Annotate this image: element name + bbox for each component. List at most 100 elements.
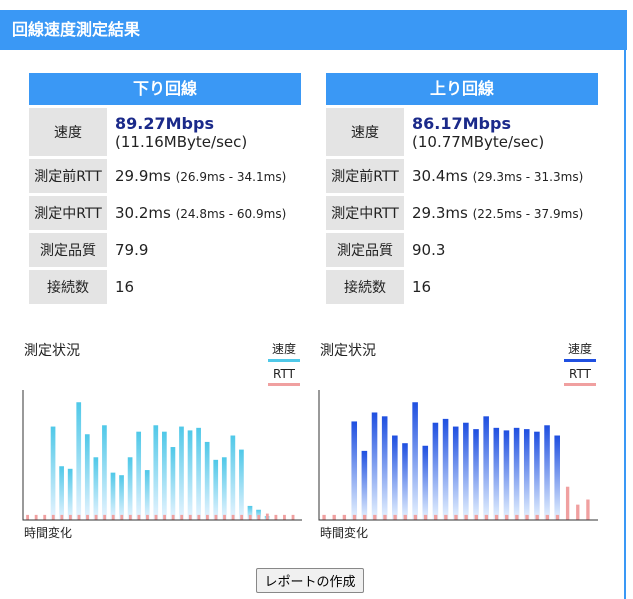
rtt-bar <box>171 514 175 520</box>
speed-bar <box>230 435 236 520</box>
speed-bar <box>503 430 510 520</box>
rtt-bar <box>26 514 30 520</box>
upload-connections: 16 <box>412 278 432 296</box>
rtt-bar <box>373 514 377 520</box>
upload-title: 上り回線 <box>326 73 598 105</box>
rtt-bar <box>120 514 124 520</box>
rtt-bar <box>484 514 489 520</box>
rtt-bar <box>154 514 158 520</box>
rtt-bar <box>535 514 539 520</box>
chart-title: 測定状況 <box>24 343 80 359</box>
speed-bar <box>554 435 560 520</box>
quality-label: 測定品質 <box>29 233 107 267</box>
rtt-bar <box>214 514 218 520</box>
rtt-bar <box>565 486 570 520</box>
rtt-bar <box>77 514 81 520</box>
rtt-bar <box>163 514 167 520</box>
upload-chart-plot <box>318 390 598 521</box>
rtt-bar <box>464 514 468 520</box>
speed-bar <box>513 427 520 520</box>
rtt-bar <box>180 514 184 520</box>
rtt-bar <box>352 514 357 520</box>
rtt-bar <box>586 499 590 520</box>
rtt-bar <box>60 514 64 520</box>
download-quality: 79.9 <box>115 241 149 259</box>
rtt-bar <box>362 514 367 520</box>
rtt-bar <box>413 514 418 520</box>
speed-bar <box>102 425 107 520</box>
speed-bar <box>239 449 244 520</box>
legend-speed: 速度 <box>268 340 300 362</box>
rtt-bar <box>494 514 499 520</box>
rtt-during-label: 測定中RTT <box>326 196 404 230</box>
upload-connections-row: 接続数 16 <box>326 270 598 304</box>
rtt-bar <box>525 514 529 520</box>
upload-speed-row: 速度 86.17Mbps (10.77MByte/sec) <box>326 108 598 156</box>
speed-bar <box>136 431 142 520</box>
upload-rtt-during-range: (22.5ms - 37.9ms) <box>472 207 584 221</box>
speed-bar <box>442 418 449 520</box>
quality-label: 測定品質 <box>326 233 404 267</box>
download-title: 下り回線 <box>29 73 301 105</box>
speed-bar <box>432 422 439 520</box>
rtt-bar <box>257 514 261 520</box>
rtt-bar <box>322 514 326 520</box>
download-rtt-during-range: (24.8ms - 60.9ms) <box>175 207 287 221</box>
legend-speed-label: 速度 <box>567 342 592 356</box>
speed-bar <box>93 457 99 520</box>
chart-title: 測定状況 <box>320 343 376 359</box>
rtt-bar <box>505 514 509 520</box>
rtt-bar <box>240 514 244 520</box>
upload-chart: 測定状況 速度 RTT 時間変化 <box>318 340 598 540</box>
rtt-bar <box>86 514 89 520</box>
download-speed-bytes: (11.16MByte/sec) <box>115 132 248 151</box>
speed-bar <box>170 447 176 520</box>
x-axis-label: 時間変化 <box>24 526 73 540</box>
legend-rtt-swatch <box>564 383 596 386</box>
speed-bar <box>371 412 378 520</box>
upload-panel: 上り回線 速度 86.17Mbps (10.77MByte/sec) 測定前RT… <box>326 73 598 304</box>
legend-rtt-label: RTT <box>569 367 591 381</box>
create-report-button[interactable]: レポートの作成 <box>256 568 364 593</box>
rtt-bar <box>474 514 478 520</box>
download-rtt-during-row: 測定中RTT 30.2ms (24.8ms - 60.9ms) <box>29 196 301 230</box>
download-speed-value: 89.27Mbps <box>115 113 214 133</box>
upload-rtt-before-range: (29.3ms - 31.3ms) <box>472 170 584 184</box>
speed-bar <box>473 429 479 520</box>
rtt-bar <box>51 514 55 520</box>
upload-rtt-before-row: 測定前RTT 30.4ms (29.3ms - 31.3ms) <box>326 159 598 193</box>
download-quality-row: 測定品質 79.9 <box>29 233 301 267</box>
rtt-bar <box>383 514 387 520</box>
rtt-bar <box>205 514 209 520</box>
rtt-bar <box>393 514 397 520</box>
speed-bar <box>59 466 64 520</box>
rtt-bar <box>43 514 47 520</box>
speed-bar <box>402 443 408 520</box>
upload-rtt-during: 29.3ms <box>412 204 468 222</box>
speed-bar <box>463 422 469 520</box>
speed-bar <box>422 445 429 520</box>
rtt-bar <box>34 514 38 520</box>
rtt-bar <box>555 514 560 520</box>
rtt-bar <box>197 514 201 520</box>
rtt-bar <box>68 514 72 520</box>
speed-bar <box>204 441 210 520</box>
rtt-bar <box>576 504 580 520</box>
rtt-bar <box>231 514 235 520</box>
x-axis-label: 時間変化 <box>320 526 369 540</box>
speed-bar <box>196 427 201 520</box>
upload-rtt-before: 30.4ms <box>412 167 468 185</box>
speed-bar <box>213 459 219 520</box>
page-title: 回線速度測定結果 <box>0 10 627 50</box>
rtt-bar <box>146 514 149 520</box>
speed-bar <box>187 430 193 520</box>
speed-bar <box>392 435 398 520</box>
rtt-bar <box>111 514 115 520</box>
download-chart: 測定状況 速度 RTT 時間変化 <box>22 340 302 540</box>
download-speed-row: 速度 89.27Mbps (11.16MByte/sec) <box>29 108 301 156</box>
speed-bar <box>179 426 184 520</box>
upload-quality: 90.3 <box>412 241 446 259</box>
rtt-bar <box>188 514 192 520</box>
download-connections-row: 接続数 16 <box>29 270 301 304</box>
speed-label: 速度 <box>29 108 107 156</box>
